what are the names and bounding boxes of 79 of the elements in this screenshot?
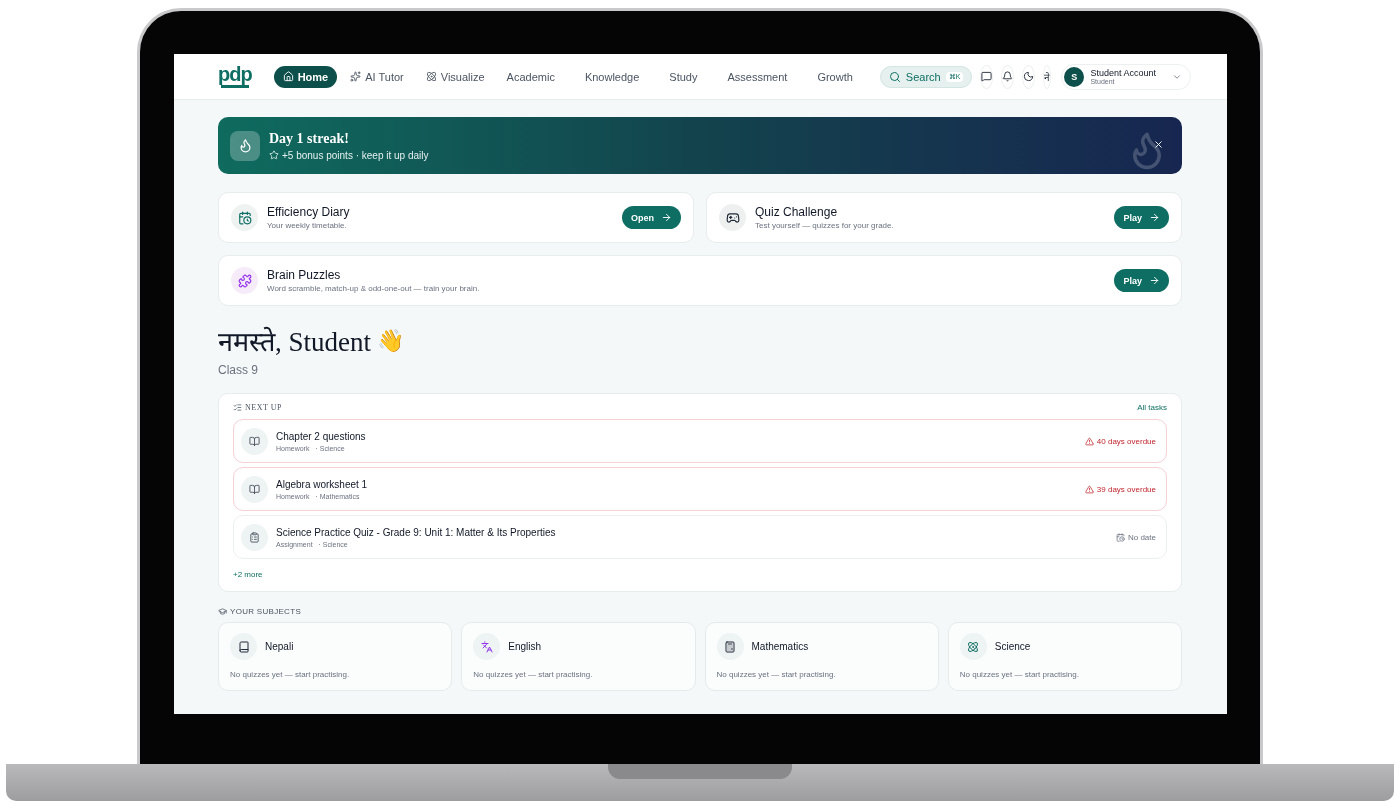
arrow-icon (1149, 212, 1160, 223)
card-description: Test yourself — quizzes for your grade. (755, 221, 894, 230)
card-description: Your weekly timetable. (267, 221, 348, 230)
nav-tab[interactable]: Growth (808, 65, 862, 88)
activity-icon (231, 267, 258, 294)
streak-subtitle: +5 bonus points · keep it up daily (282, 149, 429, 161)
avatar: S (1064, 66, 1085, 87)
more-tasks-link[interactable]: +2 more (233, 570, 263, 579)
section-heading: NEXT UP (245, 403, 282, 412)
language-toggle-button[interactable]: ने (1043, 64, 1052, 89)
flame-icon (230, 130, 260, 161)
all-tasks-link[interactable]: All tasks (1137, 403, 1167, 412)
card-description: Word scramble, match-up & odd-one-out — train your brain. (267, 284, 480, 293)
subject-name: Mathematics (751, 641, 809, 652)
nav-tab[interactable]: Study (660, 65, 707, 88)
chat-button[interactable] (980, 64, 994, 89)
atom-icon (425, 71, 437, 82)
card-title: Efficiency Diary (267, 205, 350, 219)
graduation-cap-icon (218, 607, 227, 616)
task-icon (241, 427, 268, 455)
bell-icon (1002, 71, 1014, 82)
logo[interactable]: pdp (218, 65, 252, 88)
subject-note: No quizzes yet — start practising. (716, 670, 837, 679)
subject-note: No quizzes yet — start practising. (959, 670, 1080, 679)
subject-card[interactable]: Science No quizzes yet — start practising. (947, 622, 1182, 691)
streak-title: Day 1 streak! (269, 130, 350, 147)
notifications-button[interactable] (1001, 64, 1015, 89)
search-icon (888, 70, 901, 83)
waving-hand-emoji: 👋 (377, 327, 404, 354)
subject-note: No quizzes yet — start practising. (473, 670, 594, 679)
star-icon (269, 150, 279, 160)
subject-name: Nepali (265, 641, 294, 652)
home-icon (282, 71, 294, 82)
arrow-icon (1149, 275, 1160, 286)
subject-card[interactable]: Nepali No quizzes yet — start practising. (218, 622, 453, 691)
subject-card[interactable]: English No quizzes yet — start practising. (461, 622, 696, 691)
checklist-icon (233, 403, 242, 412)
nav-tab[interactable]: AI Tutor (341, 65, 413, 88)
sparkles-icon (350, 71, 362, 82)
card-title: Brain Puzzles (267, 268, 342, 282)
due-label: 40 days overdue (1096, 436, 1156, 446)
action-button[interactable]: Play (1114, 206, 1169, 229)
action-button[interactable]: Play (1114, 269, 1169, 292)
nav-tab[interactable]: Knowledge (575, 65, 649, 88)
class-label: Class 9 (218, 363, 259, 377)
action-button[interactable]: Open (622, 206, 681, 229)
subject-note: No quizzes yet — start practising. (230, 670, 351, 679)
nav-tab[interactable]: Assessment (718, 65, 797, 88)
subject-icon (716, 633, 744, 660)
greeting-heading: नमस्ते, Student (218, 325, 371, 359)
section-heading: YOUR SUBJECTS (230, 607, 302, 616)
task-icon (241, 475, 268, 503)
due-label: 39 days overdue (1096, 484, 1156, 494)
theme-toggle-button[interactable] (1022, 64, 1036, 89)
task-icon (241, 523, 268, 551)
warning-icon (1084, 436, 1094, 446)
calendar-icon (1115, 532, 1125, 542)
subject-name: Science (994, 641, 1031, 652)
nav-tab[interactable]: Home (273, 65, 338, 88)
arrow-icon (661, 212, 672, 223)
subject-icon (473, 633, 501, 660)
nav-tab[interactable]: Visualize (416, 65, 494, 88)
task-title: Algebra worksheet 1 (276, 478, 368, 490)
warning-icon (1084, 484, 1094, 494)
chat-bubble-icon (981, 71, 993, 82)
subject-card[interactable]: Mathematics No quizzes yet — start practising. (704, 622, 939, 691)
activity-icon (719, 204, 746, 231)
subject-icon (959, 633, 987, 660)
account-name: Student Account (1090, 68, 1156, 78)
task-title: Chapter 2 questions (276, 430, 366, 442)
nav-tab[interactable]: Academic (497, 65, 564, 88)
task-title: Science Practice Quiz - Grade 9: Unit 1: Matter & Its Properties (276, 526, 556, 538)
subject-icon (230, 633, 257, 660)
card-title: Quiz Challenge (755, 205, 839, 219)
moon-icon (1023, 71, 1035, 82)
activity-icon (231, 204, 258, 231)
due-label: No date (1127, 532, 1156, 542)
subject-name: English (508, 641, 542, 652)
close-button[interactable] (1153, 139, 1164, 150)
